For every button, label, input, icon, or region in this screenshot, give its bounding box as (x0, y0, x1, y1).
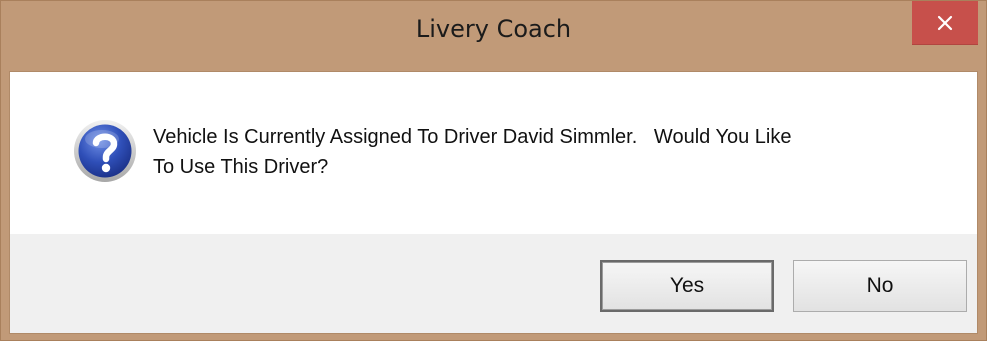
no-button[interactable]: No (793, 260, 967, 312)
question-icon (72, 118, 138, 184)
button-bar: Yes No (10, 234, 977, 333)
window-title: Livery Coach (415, 15, 572, 43)
message-line-2: To Use This Driver? (153, 156, 329, 178)
title-bar[interactable]: Livery Coach (1, 1, 986, 71)
message-line-1: Vehicle Is Currently Assigned To Driver … (153, 126, 792, 148)
close-button[interactable] (912, 1, 978, 45)
message-area: Vehicle Is Currently Assigned To Driver … (10, 72, 977, 234)
dialog-message: Vehicle Is Currently Assigned To Driver … (153, 122, 933, 182)
close-icon (937, 15, 953, 31)
dialog-window: Livery Coach Vehicle Is Currently Assign… (0, 0, 987, 341)
yes-button[interactable]: Yes (600, 260, 774, 312)
dialog-client-area: Vehicle Is Currently Assigned To Driver … (9, 71, 978, 334)
